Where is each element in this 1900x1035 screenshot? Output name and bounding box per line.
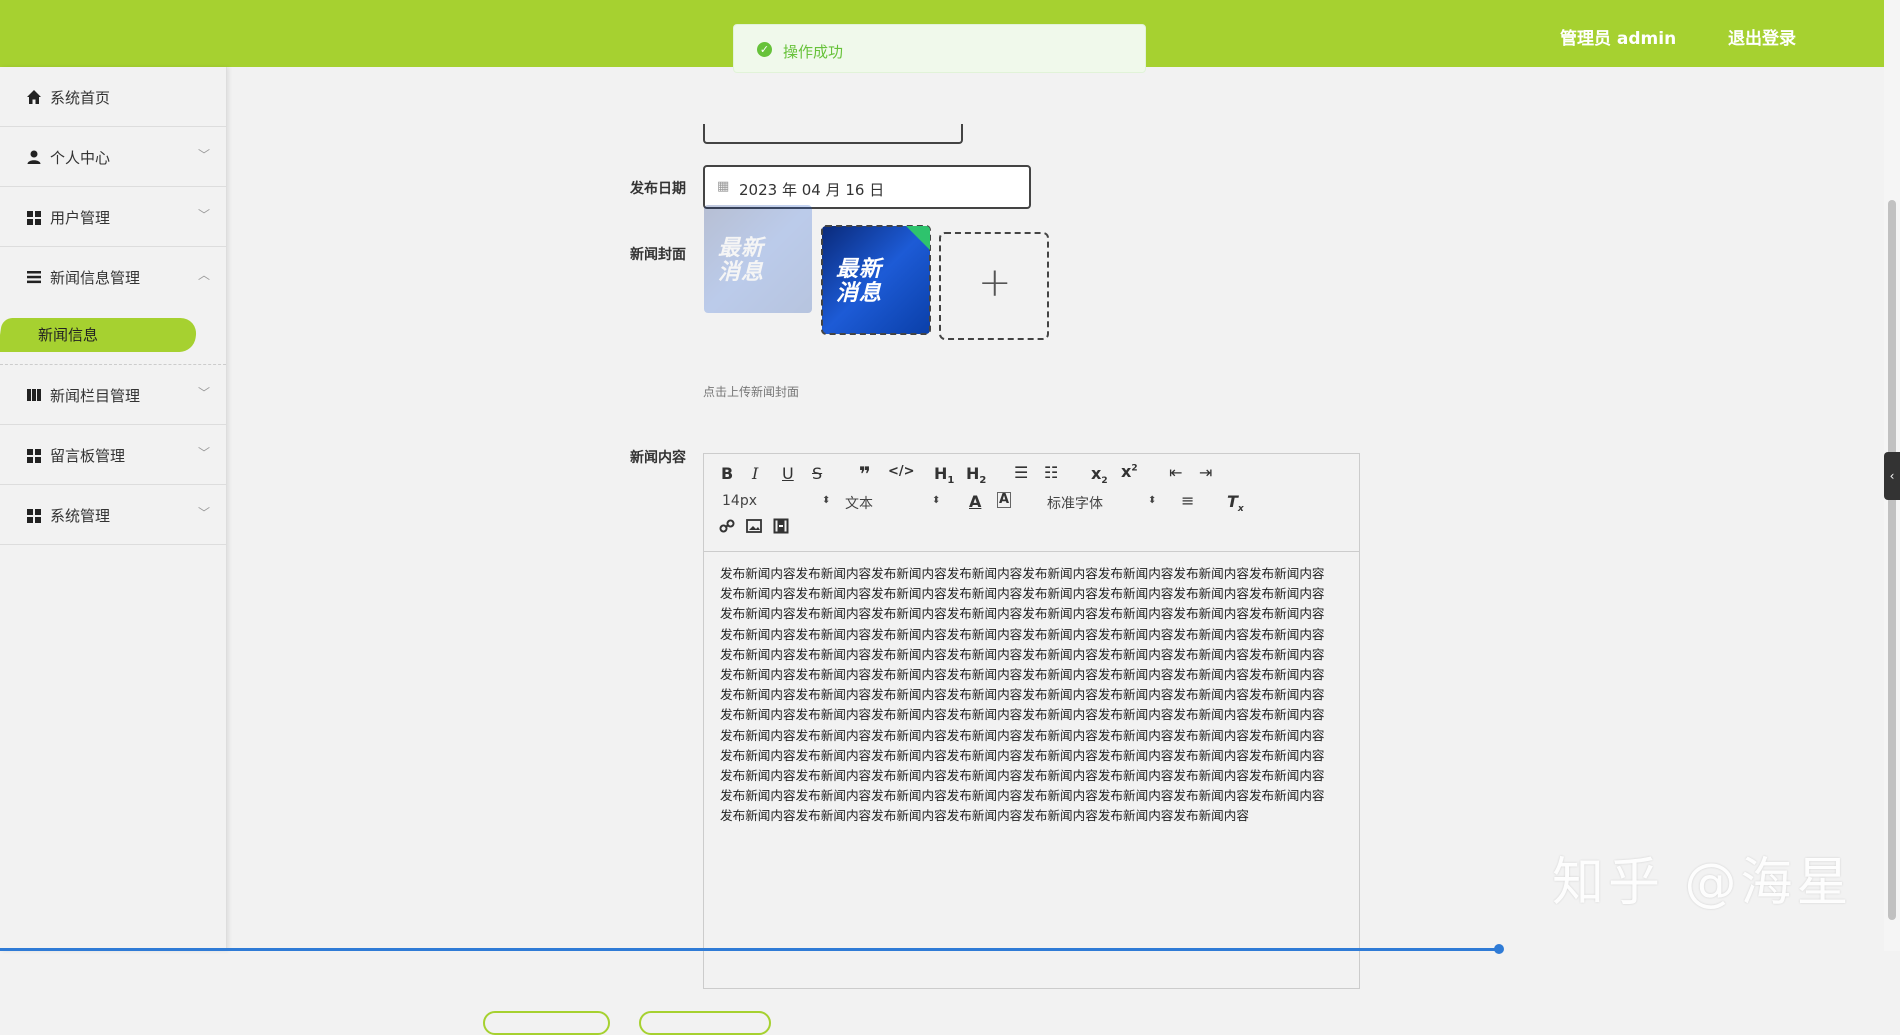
collapse-panel-button[interactable]: ‹: [1884, 452, 1900, 500]
progress-handle[interactable]: [1494, 944, 1504, 954]
video-icon[interactable]: [773, 518, 789, 538]
upload-hint: 点击上传新闻封面: [703, 385, 800, 399]
publish-date-value: 2023 年 04 月 16 日: [739, 181, 885, 199]
sidebar-item-messages[interactable]: 留言板管理 ﹀: [0, 425, 226, 485]
cover-label: 新闻封面: [630, 247, 686, 263]
cancel-button[interactable]: [639, 1011, 771, 1035]
check-circle-icon: ✓: [757, 42, 772, 57]
submenu-news-info: 新闻信息: [0, 307, 226, 365]
chevron-down-icon: ﹀: [198, 208, 211, 222]
grid-icon: [26, 507, 42, 523]
sidebar-item-label: 留言板管理: [50, 447, 126, 465]
link-icon[interactable]: [719, 518, 735, 538]
book-icon: [26, 387, 42, 403]
select-caret-icon: ⬍: [932, 495, 941, 506]
underline-icon[interactable]: U: [782, 464, 794, 483]
heading1-icon[interactable]: H1: [934, 464, 954, 486]
sidebar-item-label: 个人中心: [50, 149, 111, 167]
background-color-icon[interactable]: A: [997, 492, 1012, 508]
plus-icon: +: [978, 260, 1012, 306]
align-icon[interactable]: ≡: [1181, 491, 1194, 510]
cover-status-badge: [906, 226, 930, 250]
admin-label: 管理员 admin: [1560, 29, 1677, 49]
cover-image-dragging: 最新 消息: [704, 205, 812, 313]
heading2-icon[interactable]: H2: [966, 464, 986, 486]
upload-cover-button[interactable]: +: [939, 232, 1049, 340]
submit-button[interactable]: [483, 1011, 610, 1035]
sidebar-item-home[interactable]: 系统首页: [0, 67, 226, 127]
font-size-value: 14px: [722, 493, 757, 509]
rich-text-editor[interactable]: B I U S ❞ </> H1 H2 ☰ ☷ x2 x2 ⇤ ⇥ 14px ⬍…: [703, 453, 1360, 989]
ordered-list-icon[interactable]: ☰: [1014, 463, 1028, 482]
header-value: 文本: [845, 496, 873, 512]
indent-icon[interactable]: ⇥: [1199, 463, 1212, 482]
grid-icon: [26, 209, 42, 225]
sidebar-item-users[interactable]: 用户管理 ﹀: [0, 187, 226, 247]
blockquote-icon[interactable]: ❞: [859, 462, 871, 486]
sidebar-item-system[interactable]: 系统管理 ﹀: [0, 485, 226, 545]
strikethrough-icon[interactable]: S: [812, 464, 822, 483]
content-label: 新闻内容: [630, 450, 686, 466]
list-icon: [26, 269, 42, 285]
subscript-icon[interactable]: x2: [1091, 464, 1108, 486]
scrollbar-thumb[interactable]: [1888, 200, 1896, 920]
cover-image-text: 最新 消息: [718, 236, 765, 285]
code-block-icon[interactable]: </>: [888, 464, 915, 479]
watermark: 知乎 @海星: [1552, 853, 1853, 913]
sidebar-item-news-info[interactable]: 新闻信息管理 ︿: [0, 247, 226, 307]
chevron-down-icon: ﹀: [198, 506, 211, 520]
select-caret-icon: ⬍: [1148, 495, 1157, 506]
calendar-icon: ▦: [717, 179, 730, 194]
outdent-icon[interactable]: ⇤: [1169, 463, 1182, 482]
clear-format-icon[interactable]: Tx: [1227, 492, 1244, 514]
sidebar: 系统首页 个人中心 ﹀ 用户管理 ﹀ 新闻信息管理 ︿ 新闻信息 新闻栏目管理 …: [0, 67, 227, 951]
sidebar-subitem-news[interactable]: 新闻信息: [0, 318, 199, 352]
home-icon: [26, 89, 42, 105]
bullet-list-icon[interactable]: ☷: [1044, 463, 1058, 482]
cover-image-text: 最新 消息: [836, 257, 883, 306]
grid-icon: [26, 447, 42, 463]
chevron-up-icon: ︿: [198, 268, 211, 282]
chevron-down-icon: ﹀: [198, 446, 211, 460]
sidebar-item-label: 系统管理: [50, 507, 111, 525]
sidebar-item-label: 新闻信息管理: [50, 269, 141, 287]
editor-content[interactable]: 发布新闻内容发布新闻内容发布新闻内容发布新闻内容发布新闻内容发布新闻内容发布新闻…: [720, 564, 1335, 827]
sidebar-subitem-label: 新闻信息: [38, 326, 99, 344]
toast-message: 操作成功: [783, 43, 844, 61]
success-toast: ✓ 操作成功: [733, 24, 1146, 73]
sidebar-item-label: 新闻栏目管理: [50, 387, 141, 405]
sidebar-item-profile[interactable]: 个人中心 ﹀: [0, 127, 226, 187]
header-select[interactable]: 文本 ⬍: [845, 493, 945, 513]
date-label: 发布日期: [630, 181, 686, 197]
main-content: 发布日期 ▦ 2023 年 04 月 16 日 新闻封面 最新 消息 最新 消息…: [227, 67, 1900, 1035]
partial-input-field[interactable]: [703, 124, 963, 144]
publish-date-input[interactable]: ▦ 2023 年 04 月 16 日: [703, 165, 1031, 209]
select-caret-icon: ⬍: [822, 495, 831, 506]
font-size-select[interactable]: 14px ⬍: [722, 493, 830, 513]
logout-button[interactable]: 退出登录: [1728, 24, 1796, 49]
font-family-select[interactable]: 标准字体 ⬍: [1047, 493, 1157, 513]
sidebar-item-news-columns[interactable]: 新闻栏目管理 ﹀: [0, 365, 226, 425]
chevron-down-icon: ﹀: [198, 148, 211, 162]
font-family-value: 标准字体: [1047, 496, 1103, 512]
sidebar-item-label: 系统首页: [50, 89, 111, 107]
bold-icon[interactable]: B: [721, 464, 733, 483]
user-icon: [26, 149, 42, 165]
superscript-icon[interactable]: x2: [1121, 462, 1138, 481]
sidebar-item-label: 用户管理: [50, 209, 111, 227]
text-color-icon[interactable]: A: [969, 492, 981, 511]
editor-toolbar: B I U S ❞ </> H1 H2 ☰ ☷ x2 x2 ⇤ ⇥ 14px ⬍…: [704, 454, 1359, 552]
italic-icon[interactable]: I: [752, 464, 758, 483]
cover-image[interactable]: 最新 消息: [821, 225, 931, 335]
chevron-down-icon: ﹀: [198, 386, 211, 400]
image-icon[interactable]: [746, 518, 762, 538]
